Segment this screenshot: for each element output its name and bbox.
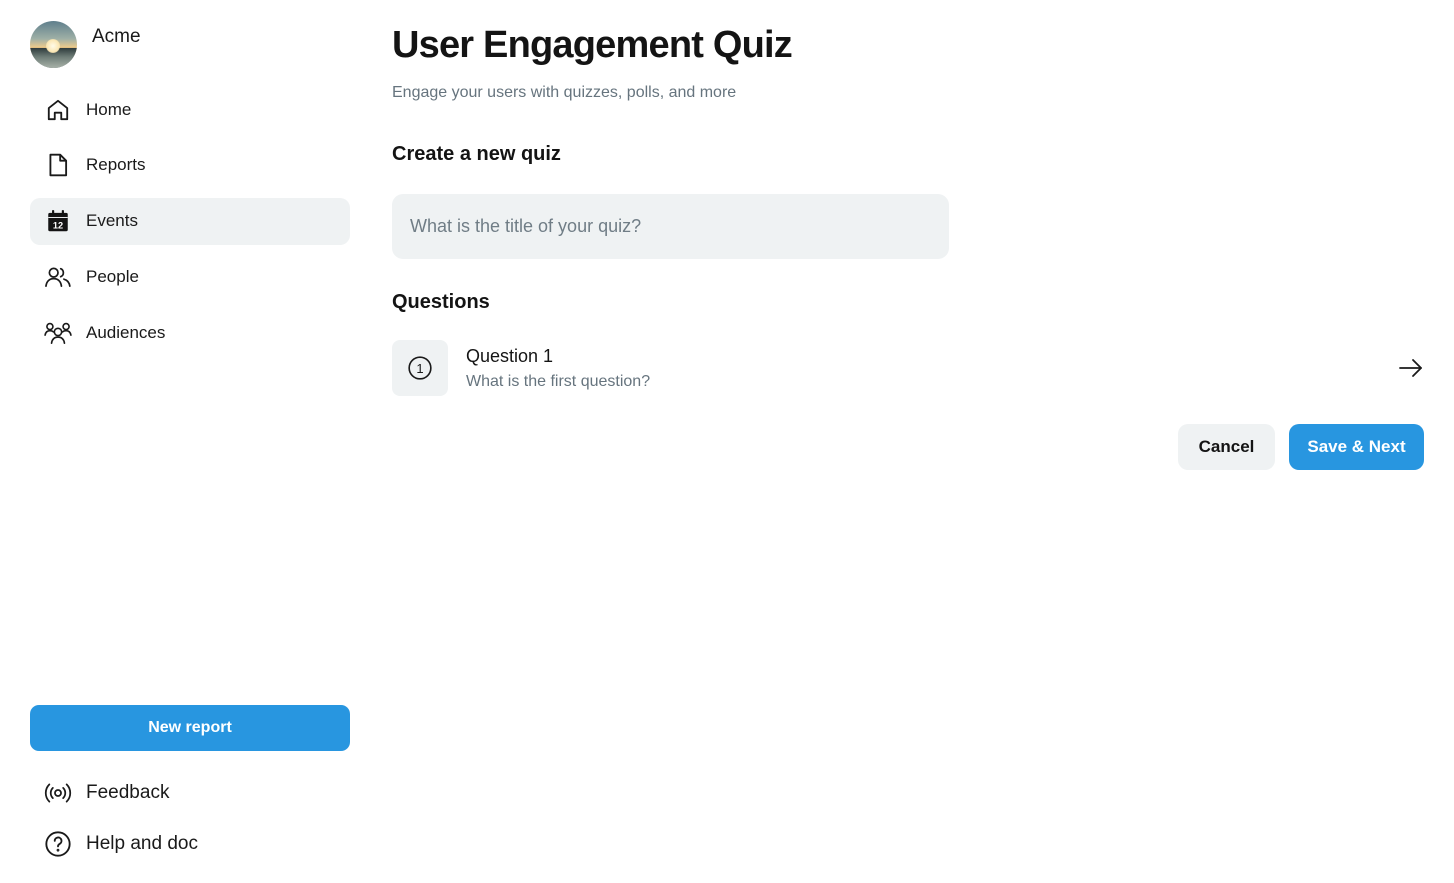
brand-name: Acme [92, 26, 141, 47]
sidebar-item-home[interactable]: Home [30, 86, 350, 133]
calendar-icon: 12 [44, 207, 72, 235]
quiz-title-input[interactable] [392, 194, 949, 259]
help-link[interactable]: Help and doc [44, 830, 198, 858]
sidebar-nav: Home Reports 12 Events People Audiences [30, 86, 350, 365]
sidebar-item-label: Events [86, 211, 138, 231]
help-label: Help and doc [86, 833, 198, 854]
sidebar-item-label: Audiences [86, 322, 166, 342]
calendar-icon-date: 12 [53, 221, 63, 231]
sidebar-item-people[interactable]: People [30, 253, 350, 300]
number-one-icon: 1 [408, 356, 432, 380]
new-report-button[interactable]: New report [30, 705, 350, 751]
sidebar-item-label: Reports [86, 155, 146, 175]
sidebar-item-audiences[interactable]: Audiences [30, 309, 350, 356]
create-quiz-heading: Create a new quiz [392, 143, 561, 165]
question-number-badge: 1 [392, 340, 448, 396]
broadcast-icon [44, 779, 72, 807]
people-icon [44, 263, 72, 291]
sidebar-item-reports[interactable]: Reports [30, 142, 350, 189]
app-window: Acme Home Reports 12 Events People Audie… [0, 0, 1454, 883]
questions-heading: Questions [392, 291, 490, 313]
arrow-right-icon[interactable] [1398, 356, 1424, 380]
brand[interactable]: Acme [30, 21, 141, 68]
sidebar: Acme Home Reports 12 Events People Audie… [0, 0, 380, 883]
save-next-button[interactable]: Save & Next [1289, 424, 1424, 470]
help-icon [44, 830, 72, 858]
home-icon [44, 96, 72, 124]
page-subtitle: Engage your users with quizzes, polls, a… [392, 84, 737, 101]
avatar [30, 21, 77, 68]
cancel-button[interactable]: Cancel [1178, 424, 1275, 470]
feedback-label: Feedback [86, 782, 170, 803]
question-description: What is the first question? [466, 373, 651, 390]
audiences-icon [44, 319, 72, 347]
question-number: 1 [416, 361, 423, 376]
sidebar-item-label: People [86, 266, 139, 286]
feedback-link[interactable]: Feedback [44, 779, 169, 807]
sidebar-item-label: Home [86, 99, 132, 119]
document-icon [44, 151, 72, 179]
question-row[interactable]: 1 Question 1 What is the first question? [392, 340, 1424, 396]
sidebar-item-events[interactable]: 12 Events [30, 197, 350, 245]
page-title: User Engagement Quiz [392, 24, 793, 66]
question-title: Question 1 [466, 346, 554, 366]
